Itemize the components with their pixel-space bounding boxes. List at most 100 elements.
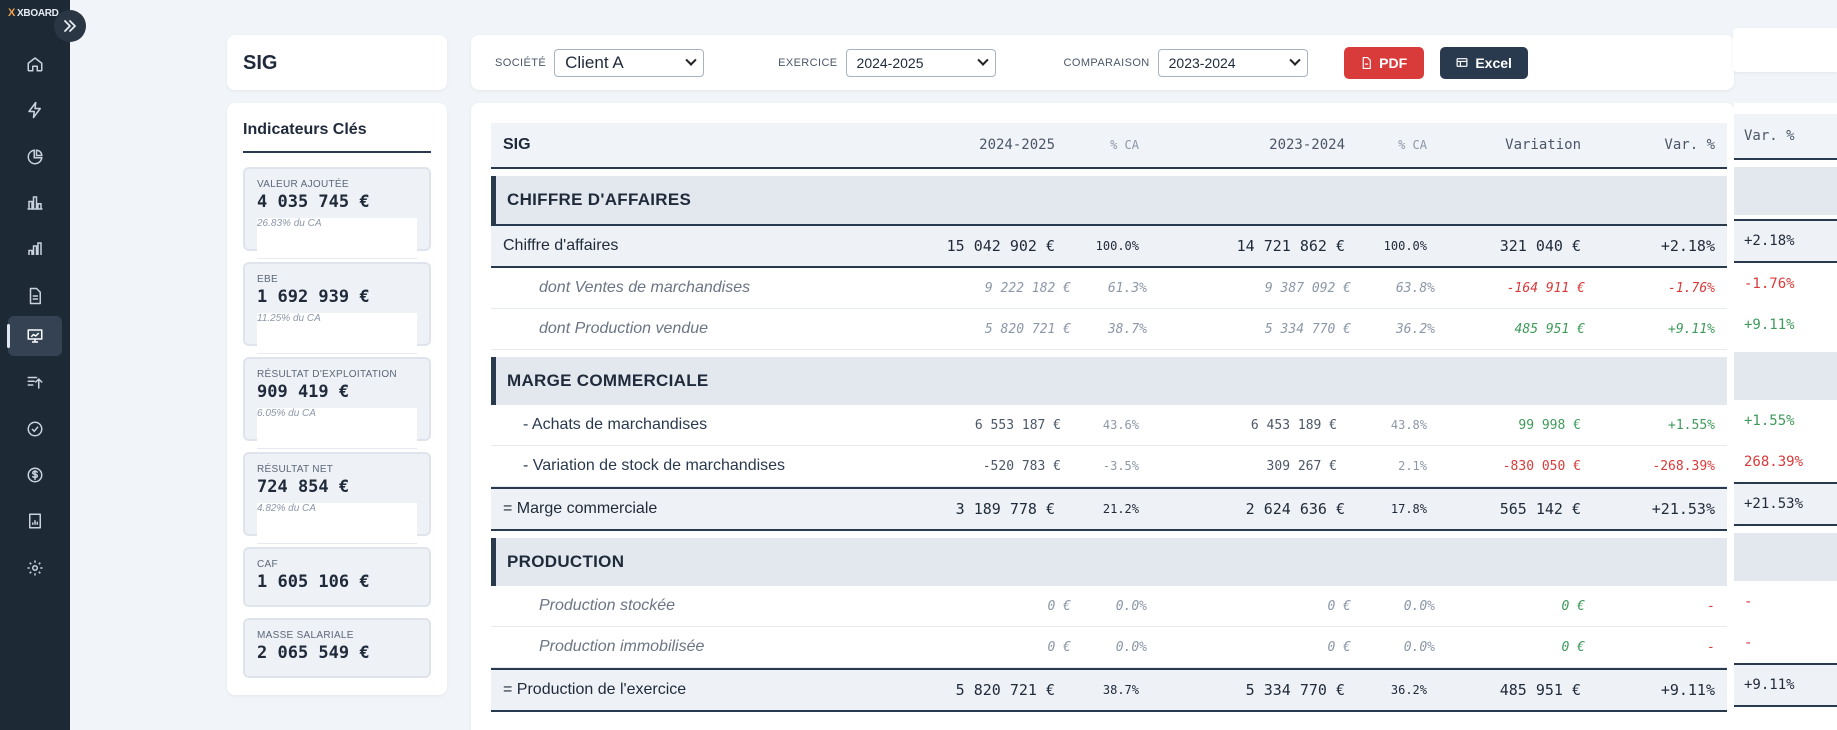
sidebar-item-presentation[interactable] [7,316,62,356]
section-label: PRODUCTION [507,552,625,571]
comparaison-select-value: 2023-2024 [1168,54,1236,71]
export-pdf-button[interactable]: PDF [1343,46,1424,79]
exercice-select-value: 2024-2025 [856,54,924,71]
sidebar-item-check[interactable] [0,409,70,449]
variation-value: 99 998 € [1518,417,1581,433]
pct-previous: 36.2% [1390,683,1427,697]
clipped-var-pct: - [1744,634,1753,651]
check-circle-icon [27,421,43,437]
export-excel-button[interactable]: Excel [1439,46,1528,79]
sidebar-toggle-button[interactable] [54,10,86,42]
variation-value: 485 951 € [1514,321,1585,337]
clipped-cell-row: +2.18% [1734,219,1837,263]
header-current-year[interactable]: 2024-2025 [915,123,1055,167]
clipped-cell-row: +9.11% [1734,663,1837,707]
table-section-header: CHIFFRE D'AFFAIRES [491,176,1727,224]
row-label: = Marge commerciale [503,500,658,517]
key-indicators-title: Indicateurs Clés [243,121,431,153]
clipped-var-pct: +2.18% [1744,233,1795,249]
variation-value: 321 040 € [1499,237,1581,255]
pct-current: 0.0% [1115,598,1147,614]
clipped-cell-row: -1.76% [1734,263,1837,304]
kpi-value: 4 035 745 € [257,192,370,212]
row-label: dont Production vendue [539,320,709,337]
value-current: 15 042 902 € [946,237,1055,255]
clipped-cell-row: - [1734,581,1837,622]
header-previous-year[interactable]: 2023-2024 [1205,123,1345,167]
sidebar-item-bar[interactable] [0,183,70,223]
section-label: MARGE COMMERCIALE [507,371,709,390]
sidebar-item-activity[interactable] [0,90,70,130]
value-current: 0 € [1047,639,1071,655]
row-label: Production stockée [539,597,676,614]
value-current: 0 € [1047,598,1071,614]
value-previous: 6 453 189 € [1250,417,1337,433]
value-current: 3 189 778 € [955,500,1055,518]
kpi-value: 724 854 € [257,477,350,497]
value-previous: 2 624 636 € [1245,500,1345,518]
header-pct-previous: % CA [1398,138,1427,152]
sidebar-item-sort[interactable] [0,362,70,402]
table-total-row: Chiffre d'affaires 15 042 902 € 100.0% 14 7… [491,224,1727,268]
pct-current: 0.0% [1115,639,1147,655]
section-label: CHIFFRE D'AFFAIRES [507,190,692,209]
variation-pct: -268.39% [1652,458,1715,474]
excel-label: Excel [1475,54,1512,71]
clipped-var-pct: +9.11% [1744,316,1795,333]
table-row: Production immobilisée 0 € 0.0% 0 € 0.0% 0 € - [491,627,1727,668]
chevron-down-icon [1288,54,1301,66]
app-logo[interactable]: X XBOARD [8,6,59,20]
table-row: dont Production vendue 5 820 721 € 38.7% 5 … [491,309,1727,350]
pct-previous: 63.8% [1395,280,1435,296]
header-var-pct[interactable]: Var. % [1615,123,1715,167]
sidebar-item-report[interactable] [0,501,70,541]
document-icon [29,287,41,305]
sidebar-item-document[interactable] [0,276,70,316]
kpi-label: RÉSULTAT NET [257,464,334,475]
value-current: -520 783 € [982,458,1061,474]
variation-value: 0 € [1561,639,1585,655]
comparaison-label: COMPARAISON [1063,56,1150,69]
pct-current: 61.3% [1107,280,1147,296]
header-variation[interactable]: Variation [1441,123,1581,167]
logo-mark: X [8,7,16,19]
variation-pct: +9.11% [1660,681,1715,699]
societe-select-value: Client A [565,52,624,72]
kpi-value: 909 419 € [257,382,350,402]
row-label: Chiffre d'affaires [503,237,619,254]
variation-pct: +1.55% [1668,417,1715,433]
chevron-down-icon [976,54,989,66]
clipped-cell-row [1734,533,1837,581]
exercice-select[interactable]: 2024-2025 [845,48,996,77]
pct-current: 38.7% [1102,683,1139,697]
sidebar-item-pie[interactable] [0,137,70,177]
table-total-row: = Production de l'exercice 5 820 721 € 38.… [491,668,1727,712]
clipped-cell-row: +21.53% [1734,482,1837,526]
value-current: 6 553 187 € [974,417,1061,433]
societe-select[interactable]: Client A [554,48,705,77]
double-chevron-right-icon [64,20,76,32]
table-total-row: = Marge commerciale 3 189 778 € 21.2% 2 624… [491,487,1727,531]
bar-chart-alt-icon [28,242,42,255]
clipped-cell-row: - [1734,622,1837,663]
kpi-card: MASSE SALARIALE 2 065 549 € [243,618,431,678]
sidebar-item-finance[interactable] [0,455,70,495]
kpi-label: CAF [257,559,278,570]
pct-previous: 0.0% [1403,598,1435,614]
clipped-var-pct: +1.55% [1744,412,1795,429]
kpi-card: CAF 1 605 106 € [243,547,431,607]
table-icon [1456,58,1468,67]
sidebar-item-home[interactable] [0,44,70,84]
table-row: - Variation de stock de marchandises -520… [491,446,1727,487]
value-previous: 309 267 € [1266,458,1337,474]
comparaison-select[interactable]: 2023-2024 [1157,48,1308,77]
variation-pct: - [1707,598,1715,614]
sidebar-item-settings[interactable] [0,548,70,588]
clipped-var-pct: 268.39% [1744,453,1804,470]
clipped-var-pct: +9.11% [1744,677,1795,693]
gear-icon [27,560,43,576]
kpi-value: 1 605 106 € [257,572,370,592]
table-row: Production stockée 0 € 0.0% 0 € 0.0% 0 € - [491,586,1727,627]
sidebar-item-bar-alt[interactable] [0,229,70,269]
pct-current: 21.2% [1102,502,1139,516]
